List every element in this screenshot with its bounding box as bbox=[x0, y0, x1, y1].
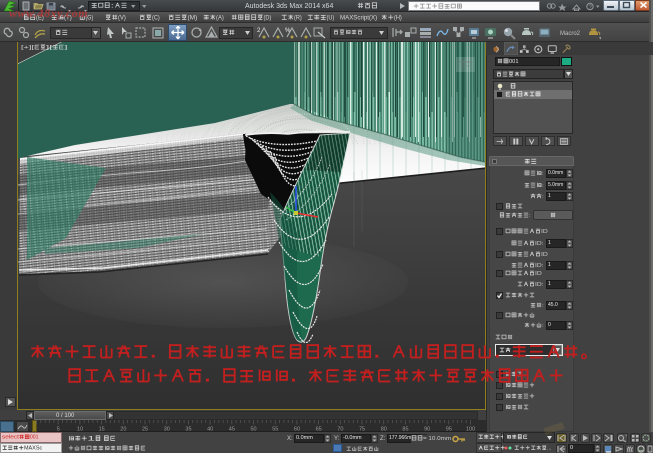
svg-text:?: ? bbox=[589, 5, 593, 11]
svg-text:MAXSc: MAXSc bbox=[24, 446, 43, 452]
svg-text:ID: ID bbox=[541, 252, 548, 258]
svg-text:...: ... bbox=[547, 446, 552, 452]
svg-text:2: 2 bbox=[257, 28, 261, 34]
svg-text::: : bbox=[542, 194, 544, 200]
svg-text:001: 001 bbox=[509, 59, 519, 65]
svg-text:(M): (M) bbox=[188, 14, 198, 21]
svg-text::: : bbox=[542, 323, 544, 329]
svg-text:= 10.0mm: = 10.0mm bbox=[423, 436, 451, 442]
svg-text:ID: ID bbox=[541, 229, 548, 235]
svg-text:(V): (V) bbox=[118, 14, 126, 21]
svg-text:001: 001 bbox=[30, 435, 39, 441]
svg-text::: : bbox=[542, 171, 544, 177]
svg-text::: : bbox=[529, 213, 531, 219]
svg-text:?: ? bbox=[625, 433, 628, 438]
svg-text:ID:: ID: bbox=[535, 263, 544, 269]
svg-text:(R): (R) bbox=[294, 14, 302, 21]
svg-text:][: ][ bbox=[46, 45, 53, 51]
svg-text::: : bbox=[111, 2, 115, 9]
svg-text:(C): (C) bbox=[152, 14, 160, 21]
svg-text:MAXScript(X): MAXScript(X) bbox=[340, 14, 377, 21]
svg-text:ID: ID bbox=[535, 271, 542, 277]
svg-text:(A): (A) bbox=[216, 14, 224, 21]
svg-text:(H): (H) bbox=[394, 14, 402, 21]
svg-text::: : bbox=[542, 183, 544, 189]
svg-text:[+][: [+][ bbox=[21, 45, 35, 51]
svg-text:(U): (U) bbox=[327, 14, 335, 21]
svg-text:(D): (D) bbox=[264, 14, 272, 21]
svg-text:]: ] bbox=[64, 45, 68, 51]
svg-text::: : bbox=[542, 303, 544, 309]
svg-text:1: 1 bbox=[88, 435, 96, 442]
svg-text:%: % bbox=[285, 28, 291, 34]
svg-text:select: select bbox=[2, 435, 20, 441]
svg-text:ID:: ID: bbox=[535, 282, 544, 288]
svg-text:ID:: ID: bbox=[535, 241, 544, 247]
